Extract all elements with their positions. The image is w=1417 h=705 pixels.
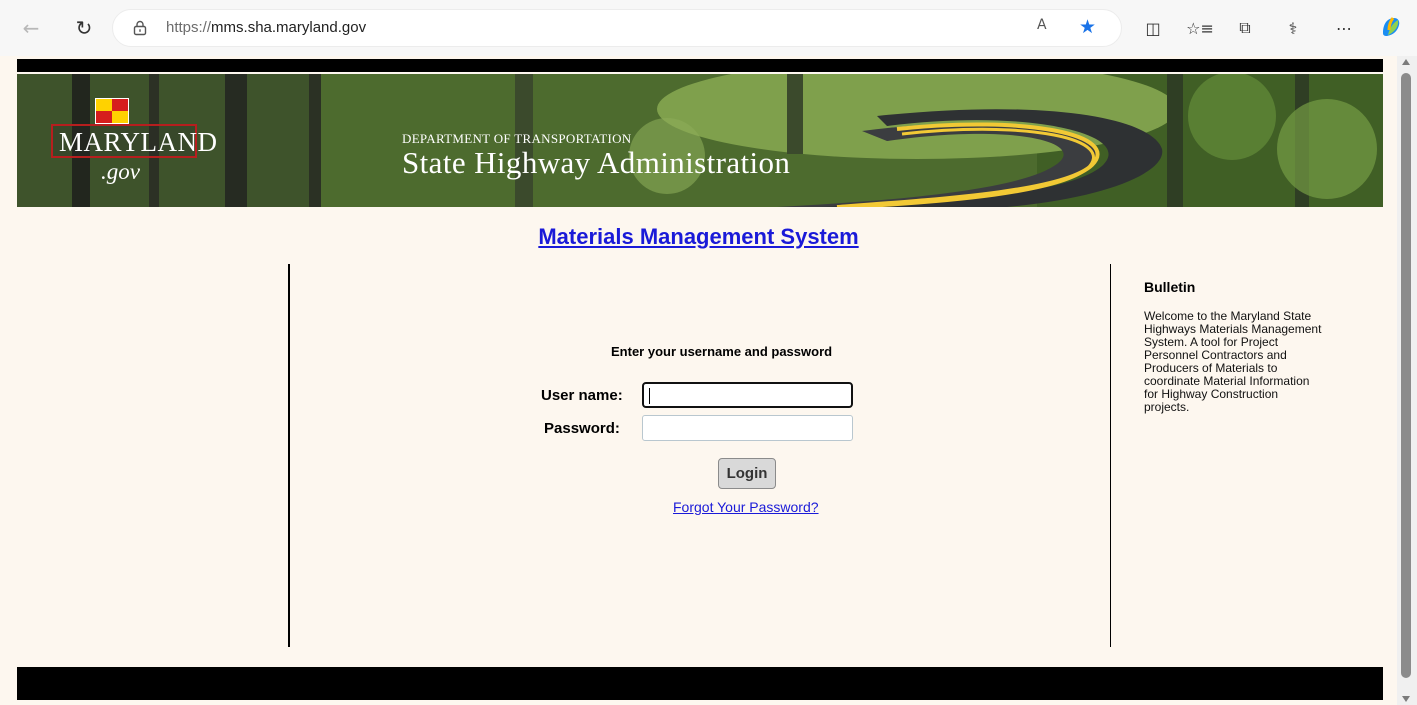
- materials-management-system-link[interactable]: Materials Management System: [0, 224, 1397, 250]
- url-host: mms.sha.maryland.gov: [211, 19, 367, 36]
- browser-toolbar: ← ↻ https://mms.sha.maryland.gov A ★ ◫ ☆…: [0, 0, 1417, 56]
- refresh-icon[interactable]: ↻: [69, 13, 99, 43]
- maryland-logo-text[interactable]: MARYLAND: [59, 127, 218, 158]
- read-aloud-icon[interactable]: A: [1037, 17, 1047, 33]
- header-black-bar: [17, 59, 1383, 72]
- lock-icon[interactable]: [133, 20, 147, 36]
- left-divider: [288, 264, 290, 647]
- maryland-flag-icon: [95, 98, 129, 124]
- collections-icon[interactable]: ⧉: [1231, 14, 1259, 42]
- back-icon[interactable]: ←: [16, 13, 46, 43]
- url-scheme: https://: [166, 19, 212, 36]
- page-viewport: MARYLAND .gov DEPARTMENT OF TRANSPORTATI…: [0, 56, 1397, 705]
- address-bar[interactable]: https://mms.sha.maryland.gov A ★: [112, 9, 1122, 47]
- forgot-password-link[interactable]: Forgot Your Password?: [673, 499, 819, 515]
- favorites-list-icon[interactable]: ☆≡: [1186, 14, 1214, 42]
- sha-banner: MARYLAND .gov DEPARTMENT OF TRANSPORTATI…: [17, 74, 1383, 207]
- vertical-scrollbar[interactable]: [1397, 56, 1417, 705]
- road-scene-image: [17, 74, 1383, 207]
- username-input[interactable]: [642, 382, 853, 408]
- favorite-star-icon[interactable]: ★: [1079, 16, 1096, 38]
- username-label: User name:: [541, 387, 623, 404]
- password-label: Password:: [544, 420, 620, 437]
- login-heading: Enter your username and password: [611, 344, 833, 359]
- scroll-down-arrow-icon[interactable]: [1402, 696, 1410, 702]
- copilot-icon[interactable]: [1377, 13, 1405, 41]
- bulletin-body: Welcome to the Maryland State Highways M…: [1144, 309, 1322, 414]
- scroll-up-arrow-icon[interactable]: [1402, 59, 1410, 65]
- agency-name: State Highway Administration: [402, 145, 791, 180]
- password-input[interactable]: [642, 415, 853, 441]
- right-divider: [1110, 264, 1111, 647]
- split-screen-icon[interactable]: ◫: [1139, 14, 1167, 42]
- scroll-thumb[interactable]: [1401, 73, 1411, 678]
- maryland-gov-text[interactable]: .gov: [101, 159, 140, 185]
- url-text[interactable]: https://mms.sha.maryland.gov: [166, 19, 366, 36]
- bulletin-title: Bulletin: [1144, 279, 1196, 295]
- footer-black-bar: [17, 667, 1383, 700]
- more-icon[interactable]: ⋯: [1330, 14, 1358, 42]
- health-icon[interactable]: ⚕: [1279, 14, 1307, 42]
- login-button[interactable]: Login: [718, 458, 776, 489]
- text-cursor: [649, 388, 650, 404]
